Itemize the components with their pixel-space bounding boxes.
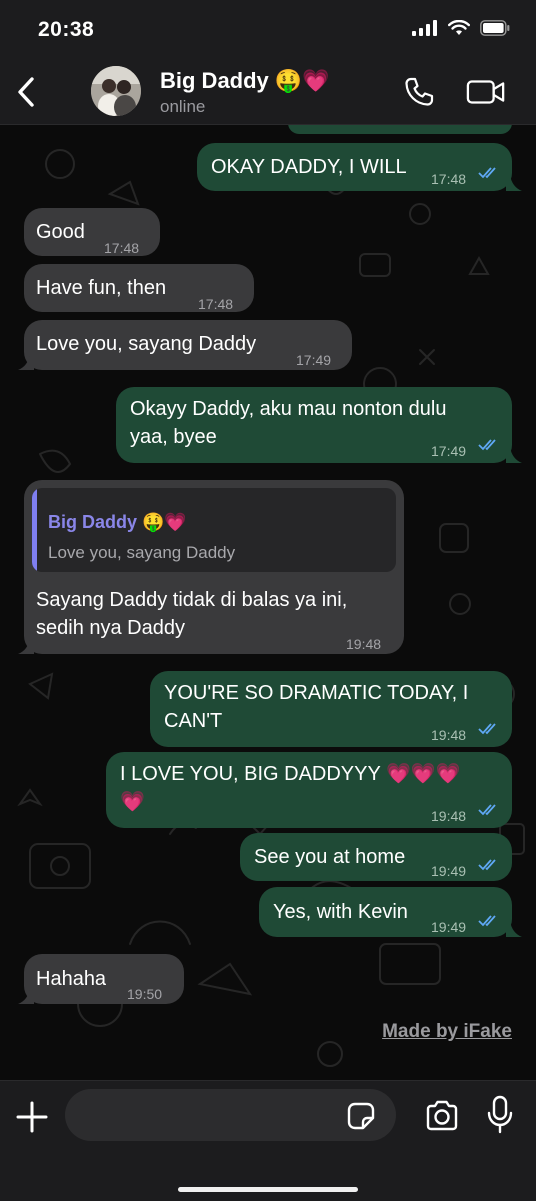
read-receipt-icon [478,167,496,179]
cellular-signal-icon [412,20,437,36]
microphone-icon [487,1095,513,1134]
message-bubble-outgoing[interactable]: OKAY DADDY, I WILL 17:48 [197,143,512,191]
message-time: 17:48 [431,171,467,187]
voice-call-button[interactable] [399,74,439,110]
chat-header: 20:38 Big Daddy 🤑💗 online [0,0,536,125]
video-call-button[interactable] [466,74,506,110]
message-bubble-outgoing[interactable]: Okayy Daddy, aku mau nonton dulu yaa, by… [116,387,512,463]
message-text: Love you, sayang Daddy [36,333,257,355]
message-text-line: CAN'T [164,710,223,732]
sticker-button[interactable] [346,1101,376,1131]
message-bubble-outgoing[interactable]: YOU'RE SO DRAMATIC TODAY, I CAN'T 19:48 [150,671,512,747]
message-bubble-outgoing[interactable]: See you at home 19:49 [240,833,512,881]
message-bubble-incoming-reply[interactable]: Big Daddy 🤑💗 Love you, sayang Daddy Saya… [24,480,404,654]
message-time: 17:49 [296,352,332,368]
read-receipt-icon [478,439,496,451]
message-text-line: yaa, byee [130,426,217,448]
camera-icon [426,1100,458,1131]
message-text-line: Sayang Daddy tidak di balas ya ini, [36,589,348,611]
back-button[interactable] [10,72,42,112]
message-time: 19:49 [431,863,467,879]
bubble-tail [18,354,34,370]
contact-status: online [160,97,206,116]
message-text: Good [36,221,85,243]
message-time: 19:48 [431,727,467,743]
quoted-sender: Big Daddy 🤑💗 [48,512,187,532]
message-time: 17:48 [104,240,140,256]
status-icons [412,20,510,36]
message-text-line: sedih nya Daddy [36,617,185,639]
wifi-icon [448,20,470,35]
video-camera-icon [466,80,505,104]
bubble-tail [506,447,522,463]
bubble-tail [506,175,522,191]
message-time: 19:48 [346,636,382,652]
message-bubble-incoming[interactable]: Hahaha 19:50 [24,954,184,1004]
message-text: Yes, with Kevin [273,901,408,923]
bubble-tail [18,988,34,1004]
battery-icon [480,20,510,36]
message-bubble-incoming[interactable]: Good 17:48 [24,208,160,256]
plus-icon [16,1101,48,1133]
attach-button[interactable] [14,1099,50,1135]
watermark-text: Made by iFake [382,1021,512,1042]
avatar[interactable] [91,66,141,116]
message-time: 19:49 [431,919,467,935]
message-bubble-incoming[interactable]: Have fun, then 17:48 [24,264,254,312]
home-indicator [178,1187,358,1192]
message-time: 17:48 [198,296,234,312]
message-time: 19:50 [127,986,163,1002]
message-text: Hahaha [36,968,107,990]
message-bubble-outgoing[interactable]: Yes, with Kevin 19:49 [259,887,512,937]
message-text: See you at home [254,846,406,868]
quoted-message[interactable]: Big Daddy 🤑💗 Love you, sayang Daddy [32,488,396,572]
message-bubble-outgoing[interactable]: I LOVE YOU, BIG DADDYYY 💗💗💗 💗 19:48 [106,752,512,828]
bubble-tail [506,921,522,937]
contact-photo [91,66,141,116]
composer-bar [0,1080,536,1201]
status-time: 20:38 [38,18,95,41]
message-time: 19:48 [431,808,467,824]
read-receipt-icon [478,723,496,735]
message-text: Have fun, then [36,277,167,299]
read-receipt-icon [478,915,496,927]
quoted-text: Love you, sayang Daddy [48,543,236,562]
contact-name[interactable]: Big Daddy 🤑💗 [160,68,330,94]
microphone-button[interactable] [485,1095,515,1135]
read-receipt-icon [478,804,496,816]
message-bubble-partial [288,124,512,134]
message-text-line: I LOVE YOU, BIG DADDYYY 💗💗💗 [120,763,461,785]
sticker-icon [347,1102,375,1130]
read-receipt-icon [478,859,496,871]
phone-icon [405,77,434,106]
chevron-left-icon [18,77,34,107]
message-time: 17:49 [431,443,467,459]
message-bubble-incoming[interactable]: Love you, sayang Daddy 17:49 [24,320,352,370]
message-text: OKAY DADDY, I WILL [211,156,407,178]
bubble-tail [18,638,34,654]
message-text-line: Okayy Daddy, aku mau nonton dulu [130,398,447,420]
message-text-line: YOU'RE SO DRAMATIC TODAY, I [164,682,469,704]
camera-button[interactable] [424,1099,460,1133]
quote-accent-bar [32,488,37,572]
chat-area[interactable]: OKAY DADDY, I WILL 17:48 Good 17:48 Have… [0,124,536,1080]
message-text-line: 💗 [120,791,145,813]
